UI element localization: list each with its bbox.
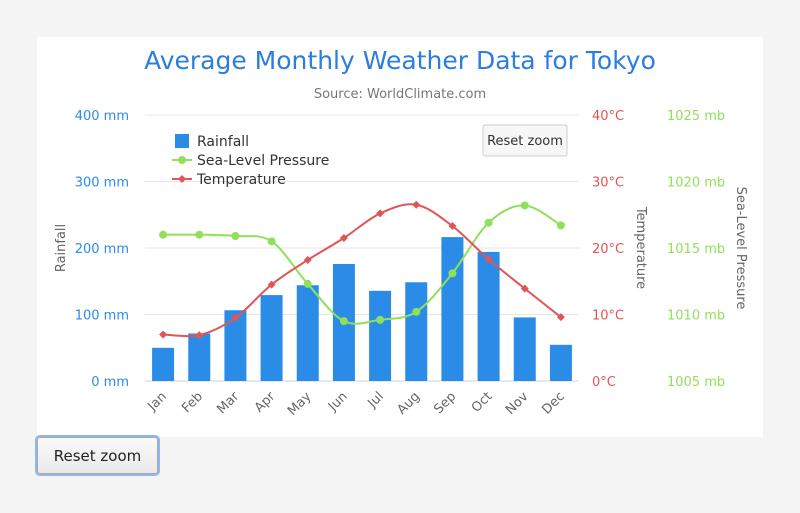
rainfall-axis-tick-label: 100 mm: [75, 309, 129, 324]
temperature-axis-tick-label: 0°C: [592, 375, 616, 390]
temperature-axis-tick-label: 30°C: [592, 176, 624, 191]
rainfall-bar: [477, 251, 500, 381]
sea-level-pressure-point: [267, 237, 276, 246]
pressure-axis-tick-label: 1005 mb: [667, 375, 725, 390]
series-lines: [159, 200, 565, 340]
rainfall-bar: [441, 237, 464, 381]
temperature-axis-title: Temperature: [633, 206, 648, 289]
sea-level-pressure-line: [163, 204, 562, 325]
temperature-point: [159, 330, 168, 339]
x-axis-category-label: Mar: [214, 389, 242, 417]
legend: Rainfall Sea-Level Pressure Temperature: [172, 134, 329, 188]
pressure-axis-title: Sea-Level Pressure: [733, 187, 748, 310]
sea-level-pressure-point: [484, 218, 493, 227]
rainfall-bar: [152, 347, 175, 381]
temperature-point: [376, 209, 385, 218]
rainfall-bar: [405, 282, 428, 381]
sea-level-pressure-point: [339, 317, 348, 326]
x-axis-category-label: Aug: [395, 389, 424, 418]
sea-level-pressure-point: [376, 315, 385, 324]
x-axis-category-label: Nov: [503, 389, 532, 418]
rainfall-axis-tick-label: 0 mm: [91, 375, 129, 390]
pressure-axis-tick-label: 1015 mb: [667, 242, 725, 257]
chart-reset-zoom-label: Reset zoom: [487, 134, 563, 149]
rainfall-bar: [369, 290, 392, 381]
x-axis-category-label: Jul: [365, 389, 387, 411]
rainfall-bars: [152, 237, 572, 381]
rainfall-bar: [549, 344, 572, 381]
legend-item-label: Temperature: [196, 172, 286, 188]
legend-marker-sea-level-pressure: [178, 156, 186, 164]
temperature-axis-tick-label: 20°C: [592, 242, 624, 257]
temperature-axis-tick-label: 40°C: [592, 109, 624, 124]
legend-item-label: Rainfall: [197, 134, 249, 150]
chart-container: 0 mm 100 mm 200 mm 300 mm 400 mm Rainfall 0°C 1…: [37, 37, 763, 437]
sea-level-pressure-point: [448, 269, 457, 278]
pressure-axis-tick-label: 1025 mb: [667, 109, 725, 124]
reset-zoom-button[interactable]: Reset zoom: [37, 437, 158, 474]
legend-item-label: Sea-Level Pressure: [197, 153, 329, 169]
temperature-point: [412, 200, 421, 209]
x-axis-category-label: Feb: [179, 389, 206, 416]
temperature-line: [163, 203, 562, 338]
sea-level-pressure-point: [412, 307, 421, 316]
sea-level-pressure-point: [520, 201, 529, 210]
sea-level-pressure-point: [159, 230, 168, 239]
sea-level-pressure-point: [556, 221, 565, 230]
chart-svg: 0 mm 100 mm 200 mm 300 mm 400 mm Rainfall 0°C 1…: [54, 46, 748, 419]
chart-subtitle: Source: WorldClimate.com: [314, 87, 486, 102]
chart-reset-zoom-button[interactable]: Reset zoom: [482, 124, 568, 157]
x-axis-category-label: Dec: [539, 389, 567, 417]
x-axis-category-label: Sep: [431, 389, 459, 417]
chart-title: Average Monthly Weather Data for Tokyo: [144, 46, 656, 75]
x-axis-category-label: Jan: [144, 389, 169, 414]
x-axis-category-label: Jun: [325, 389, 351, 415]
x-axis-category-label: Apr: [252, 389, 279, 416]
x-axis-category-label: May: [285, 389, 315, 419]
rainfall-bar: [296, 285, 319, 381]
rainfall-axis-tick-label: 300 mm: [75, 176, 129, 191]
x-axis-category-label: Oct: [469, 389, 496, 416]
rainfall-axis-tick-label: 200 mm: [75, 242, 129, 257]
rainfall-axis-title: Rainfall: [54, 224, 69, 272]
rainfall-bar: [513, 317, 536, 381]
temperature-axis-tick-label: 10°C: [592, 309, 624, 324]
pressure-axis-tick-label: 1020 mb: [667, 176, 725, 191]
sea-level-pressure-point: [195, 230, 204, 239]
legend-swatch-rainfall: [175, 134, 189, 148]
rainfall-bar: [188, 333, 211, 381]
pressure-axis-tick-label: 1010 mb: [667, 309, 725, 324]
rainfall-axis-tick-label: 400 mm: [75, 109, 129, 124]
sea-level-pressure-point: [231, 232, 240, 241]
rainfall-bar: [260, 295, 283, 381]
sea-level-pressure-point: [303, 279, 312, 288]
